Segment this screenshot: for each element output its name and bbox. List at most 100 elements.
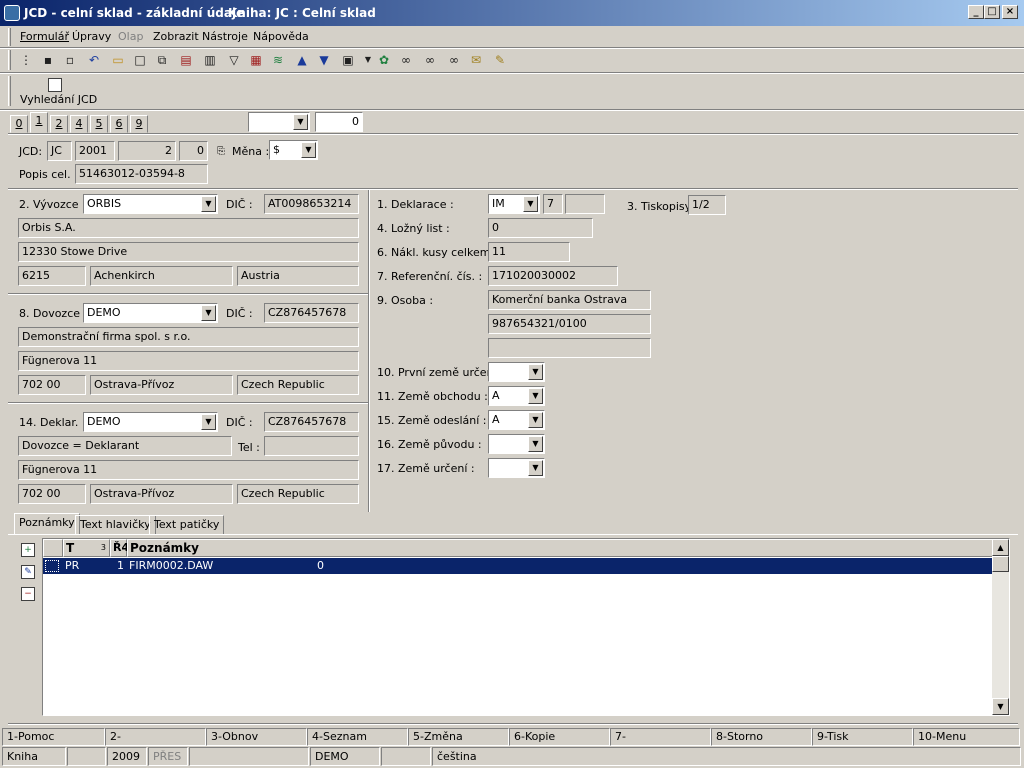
edit-row-icon[interactable]: ✎ xyxy=(21,565,35,579)
tab-1[interactable]: 1 xyxy=(30,112,48,133)
notes-grid[interactable]: T3 Ř4 Poznámky PR 1 FIRM0002.DAW 0 ▲ ▼ xyxy=(42,538,1010,716)
find-next-icon[interactable]: ∞ xyxy=(422,52,438,68)
find-prev-icon[interactable]: ∞ xyxy=(446,52,462,68)
deklarant-combo[interactable]: DEMO ▼ xyxy=(83,412,218,432)
paste-icon[interactable]: ▤ xyxy=(178,52,194,68)
dovozce-street-field[interactable]: Fügnerova 11 xyxy=(18,351,359,371)
save-all-icon[interactable]: ▫ xyxy=(62,52,78,68)
arrow-up-icon[interactable]: ▲ xyxy=(294,52,310,68)
chevron-down-icon[interactable]: ▼ xyxy=(293,114,308,130)
tab-2[interactable]: 2 xyxy=(50,115,68,133)
fkey-9[interactable]: 9-Tisk xyxy=(812,728,913,746)
filter-icon[interactable]: ▽ xyxy=(226,52,242,68)
grid-header-t[interactable]: T3 xyxy=(63,539,110,557)
add-row-icon[interactable]: + xyxy=(21,543,35,557)
osoba-line1-field[interactable]: Komerční banka Ostrava xyxy=(488,290,651,310)
grid-header-poznamky[interactable]: Poznámky xyxy=(127,539,993,557)
vyvozce-street-field[interactable]: 12330 Stowe Drive xyxy=(18,242,359,262)
tab-4[interactable]: 4 xyxy=(70,115,88,133)
chevron-down-icon[interactable]: ▼ xyxy=(528,436,543,452)
prvni-zeme-combo[interactable]: ▼ xyxy=(488,362,545,382)
vyvozce-combo[interactable]: ORBIS ▼ xyxy=(83,194,218,214)
minimize-button[interactable]: _ xyxy=(968,5,984,19)
stack-icon[interactable]: ≋ xyxy=(270,52,286,68)
top-combo[interactable]: ▼ xyxy=(248,112,310,132)
menu-formular[interactable]: Formulář xyxy=(20,30,69,43)
close-button[interactable]: × xyxy=(1002,5,1018,19)
tools-icon[interactable]: ▣ xyxy=(340,52,356,68)
zeme-puvodu-combo[interactable]: ▼ xyxy=(488,434,545,454)
table-row[interactable]: PR 1 FIRM0002.DAW 0 xyxy=(43,558,993,574)
deklarant-zip-field[interactable]: 702 00 xyxy=(18,484,86,504)
mena-combo[interactable]: $ ▼ xyxy=(269,140,318,160)
mail-icon[interactable]: ✉ xyxy=(468,52,484,68)
tab-0[interactable]: 0 xyxy=(10,115,28,133)
deklarace-num-field[interactable]: 7 xyxy=(543,194,563,214)
vyvozce-name-field[interactable]: Orbis S.A. xyxy=(18,218,359,238)
vyvozce-country-field[interactable]: Austria xyxy=(237,266,359,286)
kusy-field[interactable]: 11 xyxy=(488,242,570,262)
tree-icon[interactable]: ⋮ xyxy=(18,52,34,68)
tab-5[interactable]: 5 xyxy=(90,115,108,133)
deklarace-extra-field[interactable] xyxy=(565,194,605,214)
deklarant-country-field[interactable]: Czech Republic xyxy=(237,484,359,504)
fkey-3[interactable]: 3-Obnov xyxy=(206,728,307,746)
app-icon[interactable] xyxy=(4,5,20,21)
copy-icon[interactable]: ⧉ xyxy=(154,52,170,68)
dovozce-zip-field[interactable]: 702 00 xyxy=(18,375,86,395)
fkey-7[interactable]: 7- xyxy=(610,728,711,746)
search-jcd-button[interactable]: Vyhledání JCD xyxy=(20,93,97,107)
currency-icon[interactable]: ⎘ xyxy=(217,145,225,159)
undo-icon[interactable]: ↶ xyxy=(86,52,102,68)
fkey-2[interactable]: 2- xyxy=(105,728,206,746)
menu-napoveda[interactable]: Nápověda xyxy=(253,30,309,43)
scroll-thumb[interactable] xyxy=(992,556,1009,572)
dovozce-dic-field[interactable]: CZ876457678 xyxy=(264,303,359,323)
maximize-button[interactable]: □ xyxy=(984,5,1000,19)
chevron-down-icon[interactable]: ▼ xyxy=(301,142,316,158)
deklarant-street-field[interactable]: Fügnerova 11 xyxy=(18,460,359,480)
scroll-down-icon[interactable]: ▼ xyxy=(992,698,1009,715)
fkey-4[interactable]: 4-Seznam xyxy=(307,728,408,746)
zeme-obchodu-combo[interactable]: A ▼ xyxy=(488,386,545,406)
fkey-5[interactable]: 5-Změna xyxy=(408,728,509,746)
vyvozce-dic-field[interactable]: AT0098653214 xyxy=(264,194,359,214)
osoba-line2-field[interactable]: 987654321/0100 xyxy=(488,314,651,334)
top-number-field[interactable]: 0 xyxy=(315,112,363,132)
chevron-down-icon[interactable]: ▼ xyxy=(528,412,543,428)
delete-row-icon[interactable]: − xyxy=(21,587,35,601)
ref-field[interactable]: 171020030002 xyxy=(488,266,618,286)
dovozce-name-field[interactable]: Demonstrační firma spol. s r.o. xyxy=(18,327,359,347)
vertical-scrollbar[interactable]: ▲ ▼ xyxy=(992,539,1009,715)
chevron-down-icon[interactable]: ▼ xyxy=(201,196,216,212)
chevron-down-icon[interactable]: ▼ xyxy=(523,196,538,212)
dovozce-combo[interactable]: DEMO ▼ xyxy=(83,303,218,323)
open-folder-icon[interactable]: ▭ xyxy=(110,52,126,68)
zeme-urceni-combo[interactable]: ▼ xyxy=(488,458,545,478)
save-icon[interactable]: ▪ xyxy=(40,52,56,68)
vyvozce-city-field[interactable]: Achenkirch xyxy=(90,266,233,286)
scroll-up-icon[interactable]: ▲ xyxy=(992,539,1009,556)
chevron-down-icon[interactable]: ▼ xyxy=(201,305,216,321)
arrow-down-icon[interactable]: ▼ xyxy=(316,52,332,68)
dovozce-country-field[interactable]: Czech Republic xyxy=(237,375,359,395)
chevron-down-icon[interactable]: ▼ xyxy=(528,388,543,404)
plant-icon[interactable]: ✿ xyxy=(376,52,392,68)
tiskopisy-field[interactable]: 1/2 xyxy=(688,195,726,215)
jcd-type-field[interactable]: JC xyxy=(47,141,72,161)
menu-nastroje[interactable]: Nástroje xyxy=(202,30,248,43)
menu-zobrazit[interactable]: Zobrazit xyxy=(153,30,199,43)
osoba-line3-field[interactable] xyxy=(488,338,651,358)
filter-clear-icon[interactable]: ▦ xyxy=(248,52,264,68)
fkey-8[interactable]: 8-Storno xyxy=(711,728,812,746)
dovozce-city-field[interactable]: Ostrava-Přívoz xyxy=(90,375,233,395)
tab-6[interactable]: 6 xyxy=(110,115,128,133)
fkey-10[interactable]: 10-Menu xyxy=(913,728,1020,746)
deklarant-tel-field[interactable] xyxy=(264,436,359,456)
vyvozce-zip-field[interactable]: 6215 xyxy=(18,266,86,286)
zeme-odeslani-combo[interactable]: A ▼ xyxy=(488,410,545,430)
deklarant-name-field[interactable]: Dovozce = Deklarant xyxy=(18,436,232,456)
fkey-6[interactable]: 6-Kopie xyxy=(509,728,610,746)
tab-text-paticky[interactable]: Text patičky xyxy=(149,515,225,535)
deklarant-city-field[interactable]: Ostrava-Přívoz xyxy=(90,484,233,504)
